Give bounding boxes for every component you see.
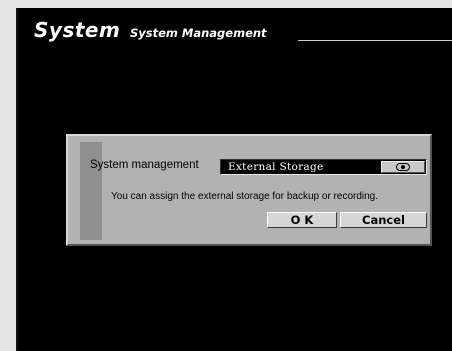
dialog-description: You can assign the external storage for … (111, 191, 379, 202)
system-management-select[interactable]: External Storage (220, 159, 427, 175)
screen: System System Management System manageme… (18, 8, 452, 351)
title-divider (298, 40, 452, 41)
page-title: System (34, 18, 121, 42)
ok-button[interactable]: O K (267, 212, 337, 228)
page-subtitle: System Management (130, 26, 267, 40)
cancel-button[interactable]: Cancel (340, 212, 427, 228)
select-toggle-button[interactable] (381, 161, 425, 173)
system-management-label: System management (90, 159, 199, 171)
select-value: External Storage (228, 161, 324, 173)
system-management-dialog: System management External Storage You c… (66, 134, 432, 246)
dialog-side-strip (80, 142, 102, 240)
dropdown-toggle-icon (396, 163, 410, 171)
